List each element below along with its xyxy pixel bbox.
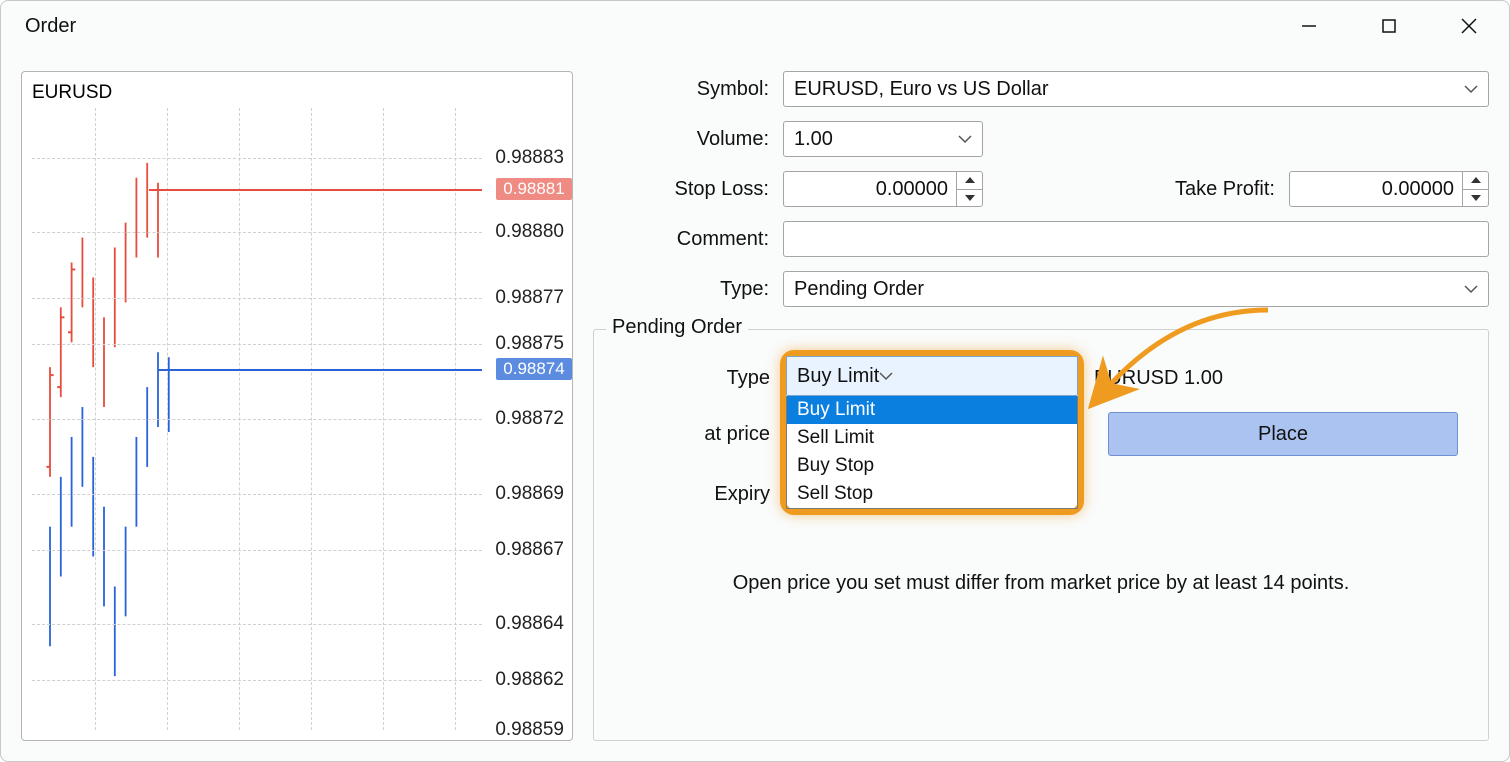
take-profit-label: Take Profit: xyxy=(1175,178,1289,201)
pending-type-selected: Buy Limit xyxy=(797,365,879,388)
y-tick: 0.98859 xyxy=(495,719,564,741)
pending-price-label: at price xyxy=(624,423,784,446)
chevron-down-icon xyxy=(1464,284,1478,294)
pending-type-options: Buy Limit Sell Limit Buy Stop Sell Stop xyxy=(786,396,1078,509)
y-tick: 0.98877 xyxy=(495,287,564,309)
minimize-button[interactable] xyxy=(1269,2,1349,50)
maximize-button[interactable] xyxy=(1349,2,1429,50)
y-tick: 0.98862 xyxy=(495,669,564,691)
chart-plot-area xyxy=(32,108,482,730)
pending-type-label: Type xyxy=(624,367,784,390)
type-label: Type: xyxy=(593,278,783,301)
chevron-down-icon xyxy=(958,134,972,144)
stop-loss-label: Stop Loss: xyxy=(593,178,783,201)
ask-price-tag: 0.98881 xyxy=(496,178,572,200)
close-icon xyxy=(1459,16,1479,36)
spinner-down-icon[interactable] xyxy=(1463,190,1488,207)
place-button[interactable]: Place xyxy=(1108,412,1458,456)
volume-select[interactable]: 1.00 xyxy=(783,121,983,157)
place-button-label: Place xyxy=(1258,423,1308,446)
titlebar: Order xyxy=(1,1,1509,51)
minimize-icon xyxy=(1299,16,1319,36)
y-tick: 0.98867 xyxy=(495,539,564,561)
take-profit-input[interactable]: 0.00000 xyxy=(1289,171,1489,207)
order-type-select[interactable]: Pending Order xyxy=(783,271,1489,307)
comment-label: Comment: xyxy=(593,228,783,251)
y-tick: 0.98880 xyxy=(495,221,564,243)
y-tick: 0.98872 xyxy=(495,408,564,430)
stop-loss-value: 0.00000 xyxy=(784,178,982,201)
pending-order-legend: Pending Order xyxy=(606,316,748,339)
stop-loss-input[interactable]: 0.00000 xyxy=(783,171,983,207)
pending-type-dropdown[interactable]: Buy Limit Buy Limit Sell Limit Buy Stop … xyxy=(780,350,1084,515)
pending-type-combo[interactable]: Buy Limit xyxy=(786,356,1078,396)
y-tick: 0.98864 xyxy=(495,613,564,635)
form-panel: Symbol: EURUSD, Euro vs US Dollar Volume… xyxy=(593,71,1489,741)
order-type-value: Pending Order xyxy=(794,278,924,301)
bid-price-tag: 0.98874 xyxy=(496,358,572,380)
chevron-down-icon xyxy=(879,371,893,381)
symbol-select[interactable]: EURUSD, Euro vs US Dollar xyxy=(783,71,1489,107)
pending-type-option[interactable]: Sell Stop xyxy=(787,480,1077,508)
pending-hint: Open price you set must differ from mark… xyxy=(624,572,1458,595)
pending-type-option[interactable]: Buy Stop xyxy=(787,452,1077,480)
volume-value: 1.00 xyxy=(794,128,833,151)
chart-panel: EURUSD xyxy=(21,71,573,741)
spinner[interactable] xyxy=(1462,172,1488,206)
pending-order-fieldset: Pending Order Type EURUSD 1.00 at price … xyxy=(593,329,1489,741)
spinner-down-icon[interactable] xyxy=(957,190,982,207)
spinner[interactable] xyxy=(956,172,982,206)
take-profit-value: 0.00000 xyxy=(1290,178,1488,201)
comment-input[interactable] xyxy=(783,221,1489,257)
spinner-up-icon[interactable] xyxy=(1463,172,1488,190)
maximize-icon xyxy=(1380,17,1398,35)
chart-symbol-label: EURUSD xyxy=(32,82,112,104)
pending-type-option[interactable]: Buy Limit xyxy=(787,396,1077,424)
symbol-value: EURUSD, Euro vs US Dollar xyxy=(794,78,1049,101)
volume-label: Volume: xyxy=(593,128,783,151)
chevron-down-icon xyxy=(1464,84,1478,94)
symbol-label: Symbol: xyxy=(593,78,783,101)
order-window: Order EURUSD xyxy=(0,0,1510,762)
window-controls xyxy=(1269,2,1509,50)
close-button[interactable] xyxy=(1429,2,1509,50)
y-tick: 0.98875 xyxy=(495,333,564,355)
spinner-up-icon[interactable] xyxy=(957,172,982,190)
y-tick: 0.98869 xyxy=(495,483,564,505)
window-title: Order xyxy=(25,15,76,38)
y-tick: 0.98883 xyxy=(495,147,564,169)
pending-type-option[interactable]: Sell Limit xyxy=(787,424,1077,452)
pending-expiry-label: Expiry xyxy=(624,483,784,506)
chart-y-axis: 0.98883 0.98881 0.98880 0.98877 0.98875 … xyxy=(490,108,572,730)
pending-summary: EURUSD 1.00 xyxy=(1084,367,1223,390)
